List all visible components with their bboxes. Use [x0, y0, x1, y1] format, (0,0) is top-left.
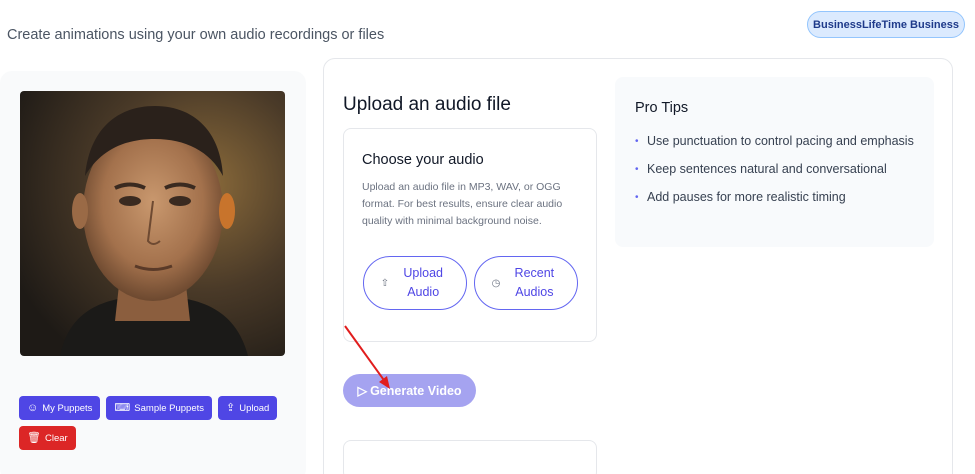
tip-item: • Use punctuation to control pacing and e…: [635, 132, 925, 151]
bullet-icon: •: [635, 136, 639, 147]
clear-label: Clear: [44, 432, 68, 444]
upload-icon: ⇧: [380, 277, 390, 289]
generate-video-button[interactable]: ▷ Generate Video: [343, 374, 476, 407]
clock-icon: ◷: [491, 277, 501, 289]
page-subtitle: Create animations using your own audio r…: [7, 27, 385, 43]
upload-puppet-button[interactable]: ⇪ Upload: [218, 396, 278, 420]
generate-video-label: Generate Video: [370, 383, 462, 398]
tip-item: • Add pauses for more realistic timing: [635, 188, 925, 207]
pro-tips-list: • Use punctuation to control pacing and e…: [635, 132, 925, 216]
choose-audio-description: Upload an audio file in MP3, WAV, or OGG…: [362, 181, 563, 227]
account-badge[interactable]: BusinessLifeTime Business: [807, 11, 965, 38]
upload-icon: ⇪: [226, 401, 236, 414]
upload-audio-button[interactable]: ⇧ Upload Audio: [363, 256, 467, 310]
sample-puppets-button[interactable]: ⌨ Sample Puppets: [106, 396, 213, 420]
upload-audio-label: Upload Audio: [403, 266, 443, 299]
puppet-actions: ☺ My Puppets ⌨ Sample Puppets ⇪ Upload 🗑…: [19, 396, 289, 450]
trash-icon: 🗑: [27, 431, 41, 444]
puppet-portrait: [20, 91, 285, 356]
my-puppets-button[interactable]: ☺ My Puppets: [19, 396, 101, 420]
pro-tips-title: Pro Tips: [635, 100, 689, 116]
pro-tips-panel: Pro Tips • Use punctuation to control pac…: [615, 77, 934, 247]
choose-audio-title: Choose your audio: [362, 152, 484, 168]
upload-puppet-label: Upload: [239, 402, 270, 414]
play-icon: ▷: [357, 384, 368, 398]
page: Create animations using your own audio r…: [0, 0, 975, 474]
clear-button[interactable]: 🗑 Clear: [19, 426, 76, 450]
tip-text: Use punctuation to control pacing and em…: [647, 134, 914, 148]
secondary-card: [343, 440, 597, 474]
puppets-icon: ☺: [27, 401, 39, 414]
tip-text: Keep sentences natural and conversationa…: [647, 162, 887, 176]
sample-puppets-label: Sample Puppets: [134, 402, 205, 414]
recent-audios-label: Recent Audios: [514, 266, 555, 299]
my-puppets-label: My Puppets: [42, 402, 93, 414]
puppet-panel: ☺ My Puppets ⌨ Sample Puppets ⇪ Upload 🗑…: [0, 71, 306, 474]
tip-item: • Keep sentences natural and conversation…: [635, 160, 925, 179]
recent-audios-button[interactable]: ◷ Recent Audios: [474, 256, 578, 310]
keyboard-icon: ⌨: [114, 401, 131, 414]
bullet-icon: •: [635, 164, 639, 175]
bullet-icon: •: [635, 192, 639, 203]
upload-section-title: Upload an audio file: [343, 94, 511, 115]
choose-audio-card: Choose your audio Upload an audio file i…: [343, 128, 597, 342]
tip-text: Add pauses for more realistic timing: [647, 190, 846, 204]
